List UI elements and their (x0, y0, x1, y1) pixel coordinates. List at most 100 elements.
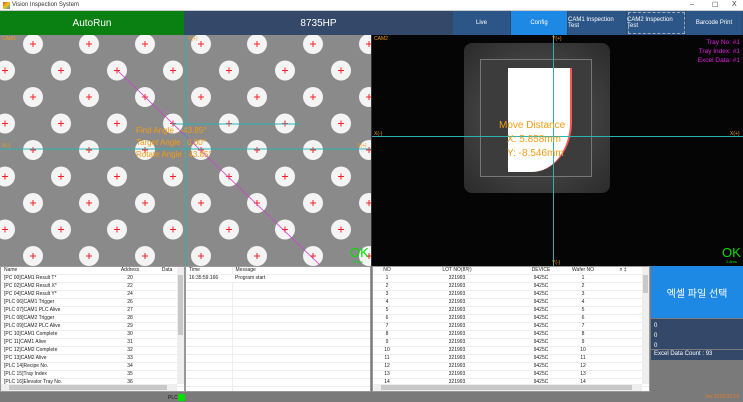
excel-data-table[interactable]: NO LOT NO(8자) DEVICE Wafer NO ¤ ‡ 1 32199… (372, 266, 650, 392)
table-cell: 321993 (401, 274, 513, 283)
table-cell: 28 (110, 314, 150, 323)
window-title: Vision Inspection System (12, 2, 79, 8)
maximize-button[interactable]: ☐ (712, 1, 718, 9)
side-value-1: 0 (654, 323, 658, 329)
table-cell: [PC 04]CAM2 Result Y* (1, 290, 110, 299)
cam1-label: CAM1 (2, 36, 16, 42)
table-row[interactable]: [PC 00]CAM1 Result T* 20 (1, 274, 184, 283)
col-name: Name (1, 267, 110, 275)
cam1-y-plus-label: Y(+) (188, 36, 198, 42)
table-row[interactable]: 1 321993 9425C 1 (373, 274, 649, 283)
autorun-status[interactable]: AutoRun (0, 11, 185, 35)
table-cell: 321993 (401, 354, 513, 363)
table-cell: 9425C (513, 338, 569, 347)
table-cell: 30 (110, 330, 150, 339)
table-row[interactable]: 6 321993 9425C 6 (373, 314, 649, 323)
table-cell: 10 (569, 346, 598, 355)
table-cell: [PC 13]CAM2 Alive (1, 354, 110, 363)
col-time: Time (186, 267, 233, 275)
table-row[interactable]: [PLC 07]CAM1 PLC Alive 27 (1, 306, 184, 315)
table-row[interactable]: 2 321993 9425C 2 (373, 282, 649, 291)
rotate-angle: Rotate Angle : 43.85° (136, 150, 212, 159)
table-cell: 321993 (401, 330, 513, 339)
table-row[interactable]: 4 321993 9425C 4 (373, 298, 649, 307)
table-cell: 9425C (513, 362, 569, 371)
table-cell: 34 (110, 362, 150, 371)
table-row[interactable]: 3 321993 9425C 3 (373, 290, 649, 299)
minimize-button[interactable]: – (690, 1, 694, 8)
cam1-x-minus-label: X(-) (2, 143, 11, 149)
table-row[interactable]: [PC 04]CAM2 Result Y* 24 (1, 290, 184, 299)
table-cell: 32 (110, 346, 150, 355)
table-cell: 9425C (513, 322, 569, 331)
table-cell: 9425C (513, 370, 569, 379)
table-cell: 9425C (513, 330, 569, 339)
table-row[interactable]: 8 321993 9425C 8 (373, 330, 649, 339)
cam1-inspection-test-button[interactable]: CAM1 Inspection Test (568, 11, 627, 35)
table-cell: [PC 10]CAM1 Complete (1, 330, 110, 339)
table-row[interactable]: [PC 11]CAM1 Alive 31 (1, 338, 184, 347)
table-cell: 12 (373, 362, 401, 371)
table-row[interactable]: [PLC 06]CAM1 Trigger 26 (1, 298, 184, 307)
table-row[interactable]: 10 321993 9425C 10 (373, 346, 649, 355)
barcode-print-button[interactable]: Barcode Print (686, 11, 743, 35)
cam2-inspection-test-button[interactable]: CAM2 Inspection Test (627, 11, 686, 35)
table-cell: 6 (373, 314, 401, 323)
excel-table-vscrollbar[interactable] (642, 267, 649, 384)
plc-table-hscrollbar[interactable] (1, 384, 177, 391)
table-cell: 321993 (401, 370, 513, 379)
table-cell: [PLC 14]Recipe No. (1, 362, 110, 371)
cam1-result: OK (350, 245, 369, 260)
table-cell: 2 (569, 282, 598, 291)
side-values: 0 0 0 (651, 319, 743, 349)
table-row[interactable]: [PC 02]CAM2 Result X* 22 (1, 282, 184, 291)
table-cell: 2 (373, 282, 401, 291)
cam2-time: 2.8ms (726, 259, 737, 264)
table-cell: 22 (110, 282, 150, 291)
plc-status-label: PLC (168, 395, 178, 401)
table-cell: 321993 (401, 362, 513, 371)
live-button[interactable]: Live (453, 11, 511, 35)
table-row[interactable]: [PLC 09]CAM2 PLC Alive 29 (1, 322, 184, 331)
table-row[interactable]: [PC 13]CAM2 Alive 33 (1, 354, 184, 363)
table-cell: [PLC 07]CAM1 PLC Alive (1, 306, 110, 315)
table-row[interactable]: 9 321993 9425C 9 (373, 338, 649, 347)
table-cell: 24 (110, 290, 150, 299)
plc-table-vscrollbar[interactable] (177, 267, 184, 384)
table-cell: 321993 (401, 346, 513, 355)
tray-index: Tray Index: #1 (698, 48, 740, 55)
cam1-x-plus-label: X(+) (357, 143, 367, 149)
target-angle: Target Angle : 0.00° (136, 138, 206, 147)
table-row[interactable]: [PLC 15]Tray Index 35 (1, 370, 184, 379)
table-row[interactable]: 11 321993 9425C 11 (373, 354, 649, 363)
side-value-2: 0 (654, 333, 658, 339)
table-row[interactable]: 7 321993 9425C 7 (373, 322, 649, 331)
plc-address-table[interactable]: Name Address Data [PC 00]CAM1 Result T* 20[… (0, 266, 185, 392)
table-cell: 11 (569, 354, 598, 363)
table-cell: 4 (569, 298, 598, 307)
cam2-label: CAM2 (374, 36, 388, 42)
table-row[interactable]: [PLC 14]Recipe No. 34 (1, 362, 184, 371)
cam2-result: OK (722, 245, 741, 260)
table-cell: 7 (373, 322, 401, 331)
table-row[interactable]: [PLC 08]CAM2 Trigger 28 (1, 314, 184, 323)
log-table[interactable]: Time Message 16:35:59.166 Program start (185, 266, 371, 392)
table-row[interactable]: 12 321993 9425C 12 (373, 362, 649, 371)
table-row[interactable]: 16:35:59.166 Program start (186, 274, 370, 283)
table-cell: 5 (569, 306, 598, 315)
config-button[interactable]: Config (511, 11, 568, 35)
select-excel-file-button[interactable]: 엑셀 파일 선택 (651, 266, 743, 318)
table-cell: 321993 (401, 282, 513, 291)
table-row[interactable]: [PC 10]CAM1 Complete 30 (1, 330, 184, 339)
table-row[interactable]: 13 321993 9425C 13 (373, 370, 649, 379)
table-cell: 321993 (401, 338, 513, 347)
table-row[interactable]: [PC 12]CAM2 Complete 32 (1, 346, 184, 355)
table-cell: 8 (373, 330, 401, 339)
table-row[interactable]: 5 321993 9425C 5 (373, 306, 649, 315)
excel-table-hscrollbar[interactable] (373, 384, 642, 391)
col-wafer-no: Wafer NO (569, 267, 598, 275)
close-button[interactable]: X (732, 1, 737, 8)
cam1-angle-readout: Find Angle : -43.85° Target Angle : 0.00… (136, 125, 212, 161)
table-cell: 3 (373, 290, 401, 299)
cam1-view: CAM1 Y(+) X(-) X(+) Find Angle : -43.85°… (0, 35, 371, 266)
